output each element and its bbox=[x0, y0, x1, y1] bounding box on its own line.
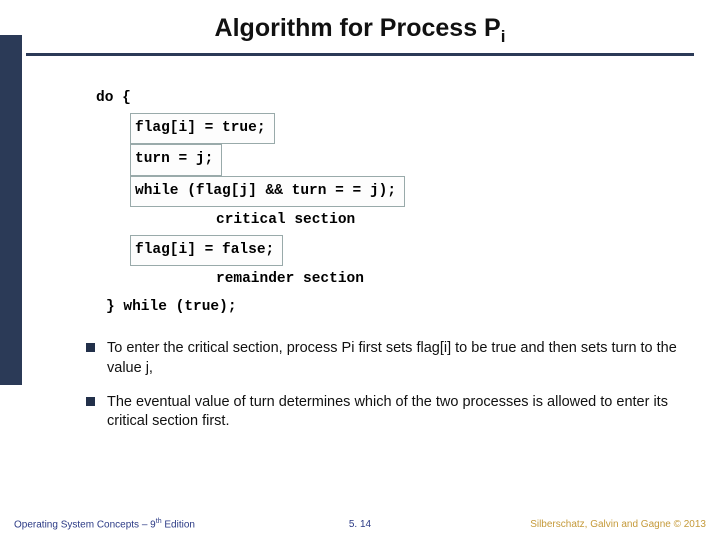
left-accent-bar bbox=[0, 35, 22, 385]
code-text: flag[i] = false; bbox=[135, 242, 274, 258]
title-underline bbox=[26, 53, 694, 56]
code-text: while (flag[j] && turn = = j); bbox=[135, 183, 396, 199]
list-item: To enter the critical section, process P… bbox=[86, 339, 686, 378]
bullet-list: To enter the critical section, process P… bbox=[86, 339, 686, 431]
code-turn-set-box: turn = j; bbox=[130, 144, 222, 176]
content-block: do { flag[i] = true; turn = j; while (fl… bbox=[96, 85, 656, 446]
bullet-icon bbox=[86, 397, 95, 406]
slide-title: Algorithm for Process Pi bbox=[215, 14, 506, 47]
bullet-text: To enter the critical section, process P… bbox=[107, 339, 686, 378]
footer-right: Silberschatz, Galvin and Gagne © 2013 bbox=[530, 519, 706, 530]
code-critical-section: critical section bbox=[216, 207, 355, 235]
code-text: } while (true); bbox=[106, 299, 237, 315]
code-text: turn = j; bbox=[135, 151, 213, 167]
code-while-cond-box: while (flag[j] && turn = = j); bbox=[130, 176, 405, 208]
bullet-icon bbox=[86, 343, 95, 352]
code-close: } while (true); bbox=[106, 294, 237, 322]
bullet-text: The eventual value of turn determines wh… bbox=[107, 393, 686, 432]
code-text: flag[i] = true; bbox=[135, 120, 266, 136]
code-text: critical section bbox=[216, 212, 355, 228]
code-remainder-section: remainder section bbox=[216, 266, 364, 294]
list-item: The eventual value of turn determines wh… bbox=[86, 393, 686, 432]
code-text: remainder section bbox=[216, 271, 364, 287]
code-flag-set-box: flag[i] = true; bbox=[130, 113, 275, 145]
code-block: do { flag[i] = true; turn = j; while (fl… bbox=[96, 85, 656, 321]
code-flag-reset-box: flag[i] = false; bbox=[130, 235, 283, 267]
code-do-open: do { bbox=[96, 85, 131, 113]
slide: Algorithm for Process Pi do { flag[i] = … bbox=[0, 0, 720, 540]
title-main: Algorithm for Process P bbox=[215, 14, 501, 42]
title-area: Algorithm for Process Pi bbox=[0, 0, 720, 47]
code-text: do { bbox=[96, 90, 131, 106]
title-subscript: i bbox=[501, 27, 506, 46]
